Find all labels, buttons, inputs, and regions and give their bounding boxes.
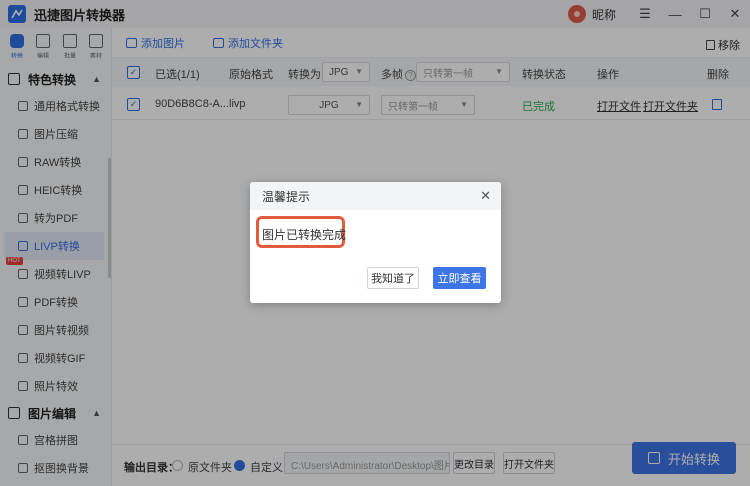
close-icon[interactable]: ✕ [480, 188, 491, 204]
dialog-message: 图片已转换完成 [262, 228, 347, 242]
view-now-button[interactable]: 立即查看 [433, 267, 486, 289]
dialog-header: 温馨提示 [250, 182, 501, 210]
dialog-title: 温馨提示 [262, 189, 311, 204]
got-it-button[interactable]: 我知道了 [367, 267, 419, 289]
notice-dialog: 温馨提示 ✕ 图片已转换完成 我知道了 立即查看 [250, 182, 501, 303]
